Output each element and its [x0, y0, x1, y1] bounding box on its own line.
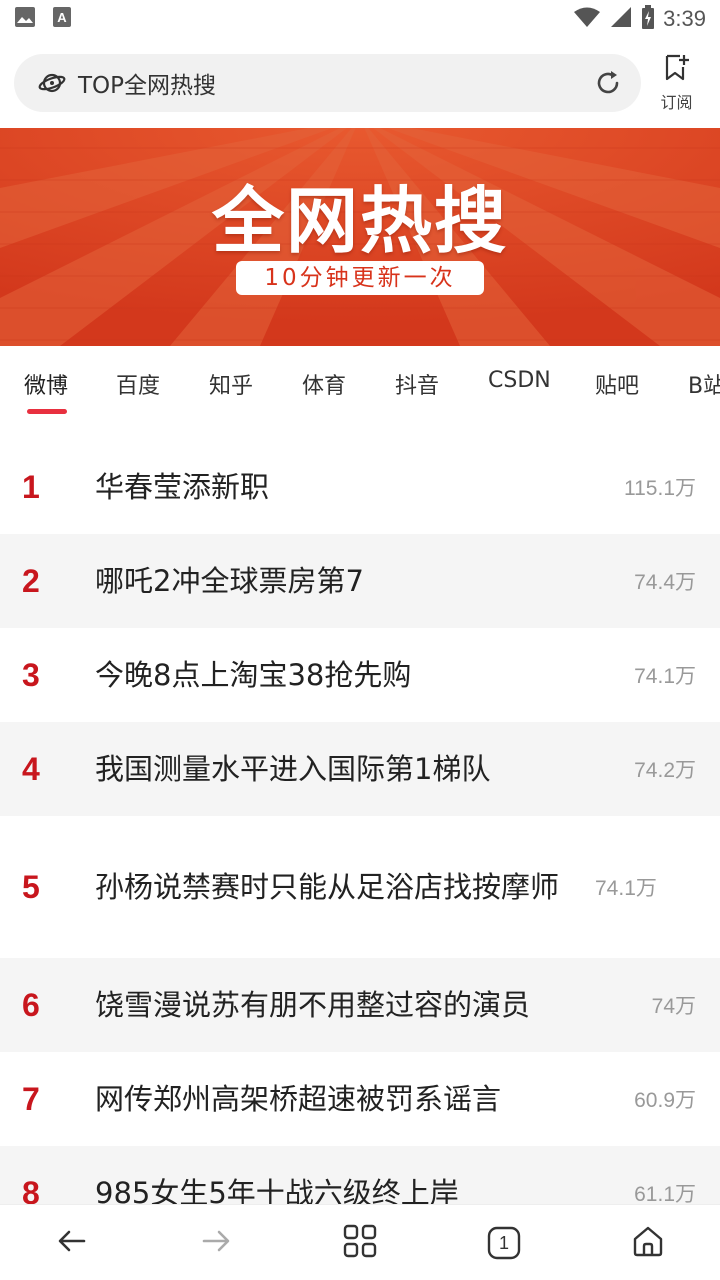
text-icon: A — [52, 6, 72, 32]
svg-text:A: A — [57, 10, 67, 25]
subscribe-label: 订阅 — [660, 93, 693, 112]
item-title[interactable]: 我国测量水平进入国际第1梯队 — [95, 746, 634, 792]
heat-value: 74.1万 — [634, 665, 696, 688]
back-button[interactable] — [0, 1205, 144, 1280]
forward-button[interactable] — [144, 1205, 288, 1280]
heat-value: 74万 — [651, 995, 696, 1018]
apps-button[interactable] — [288, 1205, 432, 1280]
list-item[interactable]: 7 网传郑州高架桥超速被罚系谣言 60.9万 — [0, 1052, 720, 1146]
item-title[interactable]: 哪吒2冲全球票房第7 — [95, 558, 634, 604]
item-title[interactable]: 今晚8点上淘宝38抢先购 — [95, 652, 634, 698]
item-title[interactable]: 网传郑州高架桥超速被罚系谣言 — [95, 1076, 634, 1122]
url-text[interactable]: TOP全网热搜 — [78, 66, 593, 100]
tab-baidu[interactable]: 百度 — [116, 368, 160, 408]
heat-value: 74.4万 — [634, 571, 696, 594]
reload-icon[interactable] — [593, 68, 623, 98]
rank-number: 7 — [22, 1080, 40, 1117]
list-item[interactable]: 4 我国测量水平进入国际第1梯队 74.2万 — [0, 722, 720, 816]
item-title[interactable]: 饶雪漫说苏有朋不用整过容的演员 — [95, 982, 652, 1028]
heat-value: 74.2万 — [634, 759, 696, 782]
tab-csdn[interactable]: CSDN — [488, 368, 551, 408]
rank-number: 6 — [22, 986, 40, 1023]
list-item[interactable]: 1 华春莹添新职 115.1万 — [0, 440, 720, 534]
home-icon — [631, 1224, 665, 1262]
tabs-button[interactable]: 1 — [432, 1205, 576, 1280]
list-item[interactable]: 5 孙杨说禁赛时只能从足浴店找按摩师 74.1万 — [0, 816, 720, 958]
active-tab-indicator — [27, 409, 67, 414]
address-bar: TOP全网热搜 订阅 — [0, 38, 720, 128]
wifi-icon — [573, 6, 601, 32]
tab-tieba[interactable]: 贴吧 — [595, 368, 639, 408]
hot-search-list: 1 华春莹添新职 115.1万 2 哪吒2冲全球票房第7 74.4万 3 今晚8… — [0, 440, 720, 1240]
tab-count: 1 — [498, 1232, 509, 1253]
rank-number: 1 — [22, 468, 40, 505]
banner-title: 全网热搜 — [211, 179, 508, 263]
source-tabs: 微博 百度 知乎 体育 抖音 CSDN 贴吧 B站 — [0, 346, 720, 430]
rank-number: 4 — [22, 750, 40, 787]
heat-value: 74.1万 — [595, 877, 657, 900]
rank-number: 3 — [22, 656, 40, 693]
tab-weibo[interactable]: 微博 — [24, 368, 68, 408]
bottom-navigation: 1 — [0, 1204, 720, 1280]
heat-value: 60.9万 — [634, 1089, 696, 1112]
battery-icon — [641, 5, 655, 33]
forward-icon — [200, 1225, 232, 1261]
rank-number: 2 — [22, 562, 40, 599]
subscribe-button[interactable]: 订阅 — [647, 53, 706, 113]
tabs-icon: 1 — [487, 1226, 521, 1260]
rank-number: 5 — [22, 868, 40, 905]
list-item[interactable]: 2 哪吒2冲全球票房第7 74.4万 — [0, 534, 720, 628]
tab-zhihu[interactable]: 知乎 — [209, 368, 253, 408]
tab-sports[interactable]: 体育 — [302, 368, 346, 408]
hot-search-banner: 全网热搜 10分钟更新一次 — [0, 128, 720, 346]
browser-screen: A 3:39 TOP全网热搜 订阅 全网热搜 10分钟更新一次 微博 百度 知乎… — [0, 0, 720, 1280]
url-field[interactable]: TOP全网热搜 — [14, 54, 641, 112]
list-item[interactable]: 3 今晚8点上淘宝38抢先购 74.1万 — [0, 628, 720, 722]
back-icon — [56, 1225, 88, 1261]
planet-icon — [38, 69, 66, 97]
status-bar: A 3:39 — [0, 0, 720, 38]
item-title[interactable]: 孙杨说禁赛时只能从足浴店找按摩师 — [95, 864, 595, 910]
item-title[interactable]: 华春莹添新职 — [95, 464, 624, 510]
tab-bilibili[interactable]: B站 — [688, 368, 720, 408]
tab-douyin[interactable]: 抖音 — [395, 368, 439, 408]
signal-icon — [609, 6, 633, 32]
status-time: 3:39 — [663, 6, 706, 31]
banner-update-note: 10分钟更新一次 — [236, 261, 484, 295]
list-item[interactable]: 6 饶雪漫说苏有朋不用整过容的演员 74万 — [0, 958, 720, 1052]
heat-value: 115.1万 — [624, 477, 696, 500]
apps-grid-icon — [343, 1224, 377, 1262]
image-icon — [14, 6, 36, 32]
home-button[interactable] — [576, 1205, 720, 1280]
bookmark-add-icon — [662, 53, 690, 87]
